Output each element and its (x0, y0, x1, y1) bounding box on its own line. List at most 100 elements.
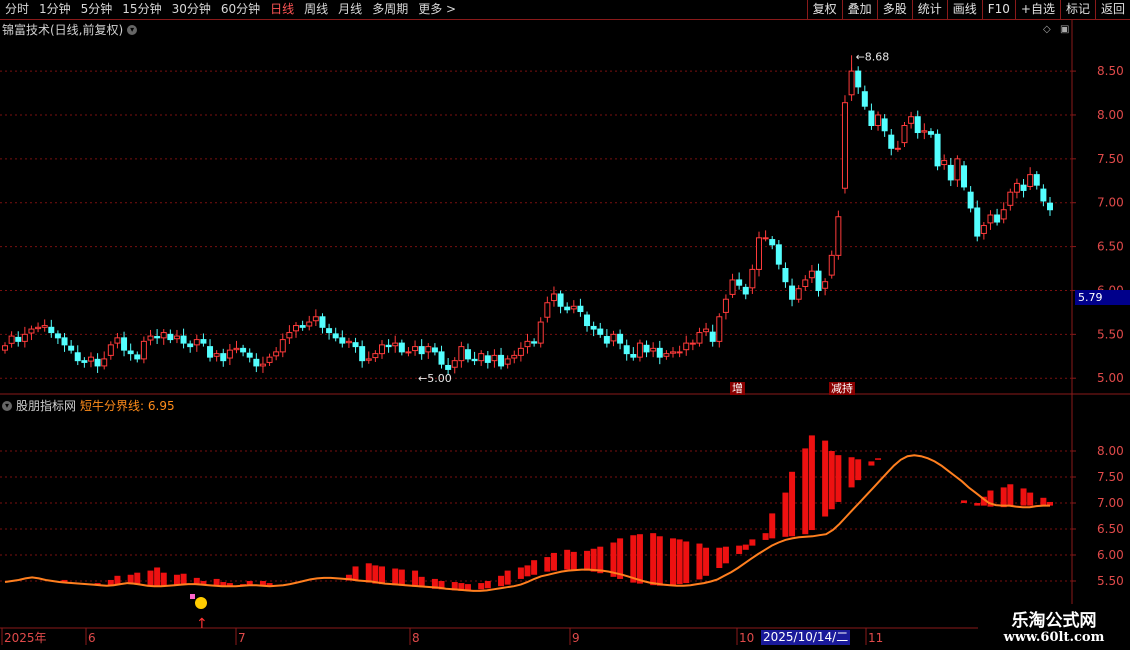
candle (167, 333, 174, 341)
candle (48, 326, 55, 334)
candle (617, 333, 624, 344)
candle (689, 342, 696, 345)
candle (696, 332, 703, 344)
candle (564, 306, 571, 311)
indicator-bar (716, 547, 723, 568)
x-tick-label: 8 (412, 631, 420, 645)
event-tag-zeng[interactable]: 增 (730, 382, 745, 395)
candle (901, 125, 908, 144)
candle (511, 354, 518, 359)
candle (941, 160, 948, 166)
candle (101, 358, 108, 367)
candle (742, 286, 749, 295)
candle (2, 345, 8, 351)
indicator-bar (484, 581, 491, 589)
candle (729, 279, 736, 295)
indicator-bar (848, 457, 855, 488)
candle (921, 130, 928, 133)
candle (306, 321, 313, 327)
watermark-title: 乐淘公式网 (1011, 611, 1097, 631)
candle (286, 332, 293, 339)
candle (875, 114, 882, 126)
candle (68, 345, 75, 351)
candle (398, 342, 405, 353)
indicator-bar (762, 533, 769, 540)
candle (299, 325, 306, 328)
candle (994, 214, 1001, 223)
candle (478, 353, 485, 362)
candle (94, 358, 101, 367)
candle (61, 337, 68, 346)
price-chart[interactable]: 8.50 8.00 7.50 7.00 6.50 6.00 5.50 5.00 8.00 7.50… (0, 0, 1130, 650)
y-tick-label: 8.00 (1097, 444, 1124, 458)
candle (504, 358, 511, 365)
indicator-bar (550, 552, 557, 571)
x-tick-label: 7 (238, 631, 246, 645)
candle (670, 351, 677, 354)
candle (841, 102, 848, 189)
indicator-bar (398, 569, 405, 586)
candle (365, 358, 372, 361)
x-tick-label: 2025年 (4, 631, 47, 645)
watermark: 乐淘公式网 www.60lt.com (978, 604, 1130, 650)
indicator-bar (1027, 492, 1034, 506)
candle (974, 207, 981, 237)
candle (332, 333, 339, 339)
candle (749, 268, 756, 289)
indicator-bar (828, 451, 835, 510)
candle (531, 341, 538, 344)
indicator-bar (802, 448, 809, 535)
candle (908, 116, 915, 124)
y-tick-label: 6.00 (1097, 548, 1124, 562)
x-tick-label: 10 (739, 631, 754, 645)
indicator-bar (696, 543, 703, 580)
candle (28, 328, 35, 334)
candle (15, 336, 22, 342)
candle (623, 345, 630, 355)
candle (193, 339, 200, 346)
y-tick-label: 8.00 (1097, 108, 1124, 122)
watermark-url: www.60lt.com (1003, 630, 1105, 645)
candle (815, 270, 822, 291)
indicator-bar (524, 565, 531, 577)
candle (484, 355, 491, 363)
candle (808, 270, 815, 279)
indicator-bar (147, 570, 154, 587)
x-tick-label: 9 (572, 631, 580, 645)
x-tick-label: 11 (868, 631, 883, 645)
candle (650, 347, 657, 352)
candle (81, 360, 88, 363)
candle (769, 239, 776, 246)
indicator-bar (808, 435, 815, 531)
candle (319, 316, 326, 328)
candle (451, 360, 458, 368)
candle (961, 165, 968, 188)
candle (233, 347, 240, 351)
candle (345, 340, 352, 344)
chevron-down-icon[interactable]: ▾ (2, 400, 12, 411)
indicator-bar (365, 563, 372, 583)
candle (524, 340, 531, 348)
candle (200, 339, 207, 344)
candle (180, 335, 187, 344)
indicator-bar (504, 570, 511, 585)
indicator-bar (855, 459, 862, 481)
candle (352, 342, 359, 348)
candle (8, 335, 15, 344)
candle (1027, 174, 1034, 187)
y-tick-label: 7.50 (1097, 470, 1124, 484)
candle (570, 305, 577, 310)
candle (273, 351, 280, 357)
candle (160, 332, 167, 339)
candle (385, 344, 392, 348)
candle (517, 347, 524, 356)
indicator-bar (835, 455, 842, 502)
up-arrow-icon: ↑ (196, 616, 208, 632)
candle (425, 346, 432, 353)
indicator-bar (564, 549, 571, 570)
candle (782, 268, 789, 283)
indicator-bar (584, 550, 591, 571)
candle (1000, 209, 1007, 220)
event-tag-jigou[interactable]: 减持 (829, 382, 855, 395)
candle (326, 328, 333, 334)
